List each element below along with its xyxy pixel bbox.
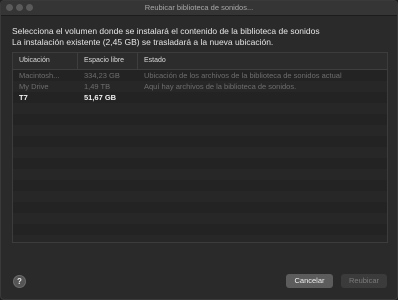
row-free-space-cell: 334,23 GB — [84, 71, 120, 80]
table-header: Ubicación Espacio libre Estado — [13, 53, 387, 70]
instruction-text: Selecciona el volumen donde se instalará… — [12, 26, 320, 48]
row-status-cell: Ubicación de los archivos de la bibliote… — [144, 71, 342, 80]
empty-table-row — [13, 202, 387, 213]
empty-table-row — [13, 224, 387, 235]
column-header-free-space[interactable]: Espacio libre — [78, 53, 138, 69]
empty-table-row — [13, 103, 387, 114]
relocate-library-dialog: Reubicar biblioteca de sonidos... Selecc… — [0, 0, 398, 300]
cancel-button[interactable]: Cancelar — [286, 274, 333, 288]
row-status-cell: Aquí hay archivos de la biblioteca de so… — [144, 82, 297, 91]
empty-table-row — [13, 235, 387, 242]
empty-table-row — [13, 136, 387, 147]
column-header-status[interactable]: Estado — [138, 53, 387, 69]
row-free-space-cell: 1,49 TB — [84, 82, 111, 91]
empty-table-row — [13, 147, 387, 158]
empty-table-row — [13, 125, 387, 136]
empty-table-row — [13, 158, 387, 169]
empty-table-row — [13, 114, 387, 125]
window-title: Reubicar biblioteca de sonidos... — [144, 3, 254, 12]
instruction-line-1: Selecciona el volumen donde se instalará… — [12, 26, 320, 36]
table-row: Macintosh... 334,23 GB Ubicación de los ar… — [13, 70, 387, 81]
table-row: My Drive 1,49 TB Aquí hay archivos de la b… — [13, 81, 387, 92]
row-location-cell: Macintosh... — [19, 71, 60, 80]
relocate-button: Reubicar — [341, 274, 387, 288]
empty-table-row — [13, 191, 387, 202]
help-button[interactable]: ? — [13, 275, 26, 288]
row-free-space-cell: 51,67 GB — [84, 93, 117, 102]
empty-table-row — [13, 180, 387, 191]
title-bar: Reubicar biblioteca de sonidos... — [1, 1, 397, 16]
row-status-cell — [138, 92, 387, 103]
table-row[interactable]: T7 51,67 GB — [13, 92, 387, 103]
instruction-line-2: La instalación existente (2,45 GB) se tr… — [12, 37, 274, 47]
empty-table-row — [13, 169, 387, 180]
volume-table: Ubicación Espacio libre Estado Macintosh… — [12, 52, 388, 243]
row-location-cell: My Drive — [19, 82, 49, 91]
empty-table-row — [13, 213, 387, 224]
row-location-cell: T7 — [19, 93, 28, 102]
column-header-location[interactable]: Ubicación — [13, 53, 78, 69]
